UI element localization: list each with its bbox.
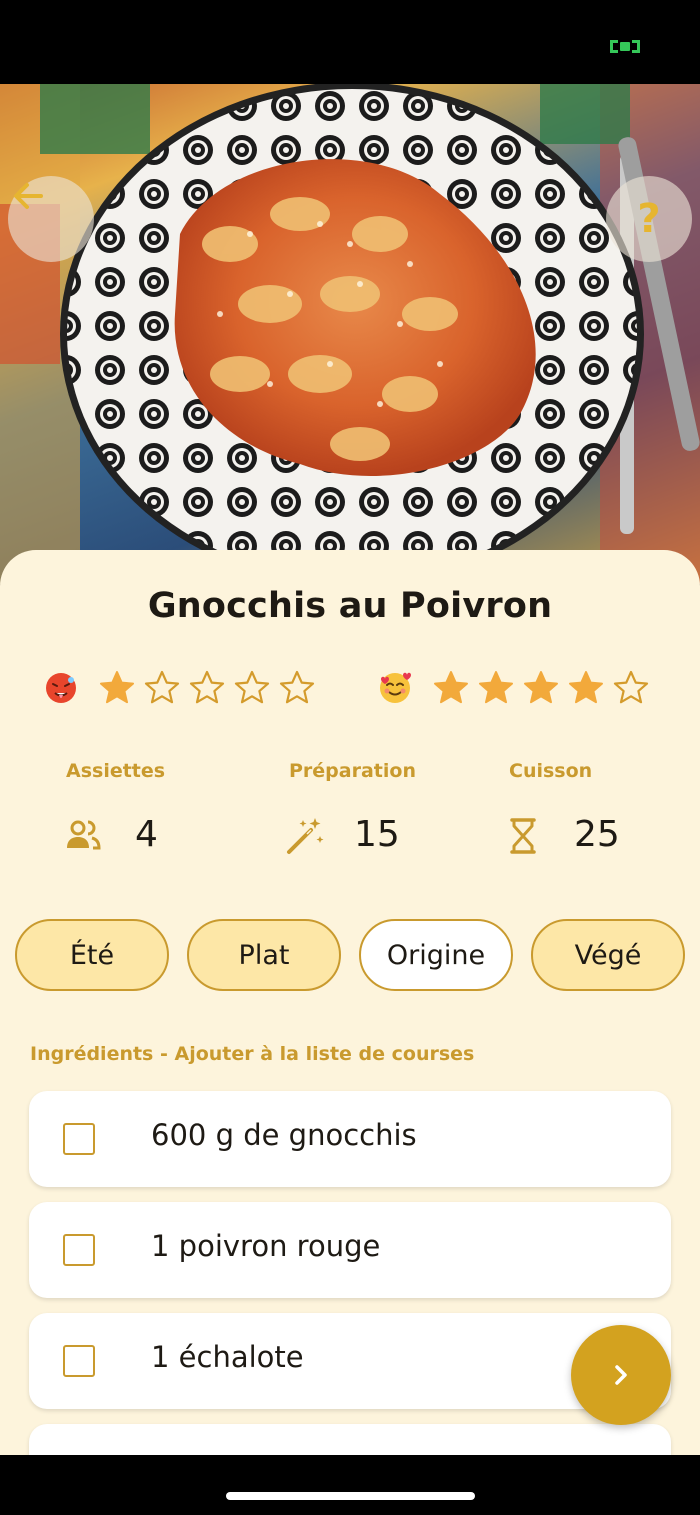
recipe-photo-illustration [0,84,700,584]
ingredient-checkbox[interactable] [63,1123,95,1155]
ingredient-checkbox[interactable] [63,1345,95,1377]
star-empty-icon[interactable] [233,669,271,707]
cooking-value: 25 [574,814,620,855]
next-button[interactable] [571,1325,671,1425]
star-empty-icon[interactable] [278,669,316,707]
recipe-title: Gnocchis au Poivron [147,586,553,626]
star-empty-icon[interactable] [143,669,181,707]
arrow-left-icon [14,183,43,209]
star-empty-icon[interactable] [612,669,650,707]
star-filled-icon[interactable] [98,669,136,707]
people-icon [67,820,101,850]
magic-wand-icon [287,818,324,854]
battery-icon [610,40,640,53]
tag-vege[interactable]: Végé [531,919,685,991]
tag-origine[interactable]: Origine [359,919,513,991]
spicy-rating[interactable] [44,666,323,710]
question-mark-icon: ? [637,196,661,242]
preparation-value: 15 [354,814,400,855]
servings-value: 4 [135,814,158,855]
liked-rating[interactable] [378,666,657,710]
servings-label: Assiettes [66,760,166,782]
ingredient-checkbox[interactable] [63,1234,95,1266]
hourglass-icon [510,818,536,854]
recipe-photo: ? [0,84,700,584]
smiling-face-with-hearts-emoji-icon [380,672,411,703]
star-filled-icon[interactable] [477,669,515,707]
hot-face-emoji-icon [46,673,76,703]
status-bar [0,0,700,84]
cooking-label: Cuisson [509,760,593,782]
tag-ete[interactable]: Été [15,919,169,991]
ingredient-text: 1 échalote [151,1340,304,1374]
back-button[interactable] [8,176,94,262]
star-filled-icon[interactable] [567,669,605,707]
star-filled-icon[interactable] [522,669,560,707]
ingredient-item[interactable]: 600 g de gnocchis [29,1091,671,1187]
home-indicator[interactable] [226,1492,475,1500]
ingredient-item[interactable]: 1 poivron rouge [29,1202,671,1298]
home-indicator-area [0,1455,700,1515]
ingredient-text: 1 poivron rouge [151,1229,381,1263]
ingredient-text: 600 g de gnocchis [151,1118,417,1152]
recipe-card: Gnocchis au Poivron Assiettes Préparatio… [0,550,700,1455]
star-filled-icon[interactable] [432,669,470,707]
ingredient-item-partial[interactable] [29,1424,671,1455]
tag-plat[interactable]: Plat [187,919,341,991]
ingredients-title[interactable]: Ingrédients - Ajouter à la liste de cour… [30,1043,474,1065]
star-empty-icon[interactable] [188,669,226,707]
help-button[interactable]: ? [606,176,692,262]
chevron-right-icon [615,1365,627,1385]
preparation-label: Préparation [289,760,416,782]
